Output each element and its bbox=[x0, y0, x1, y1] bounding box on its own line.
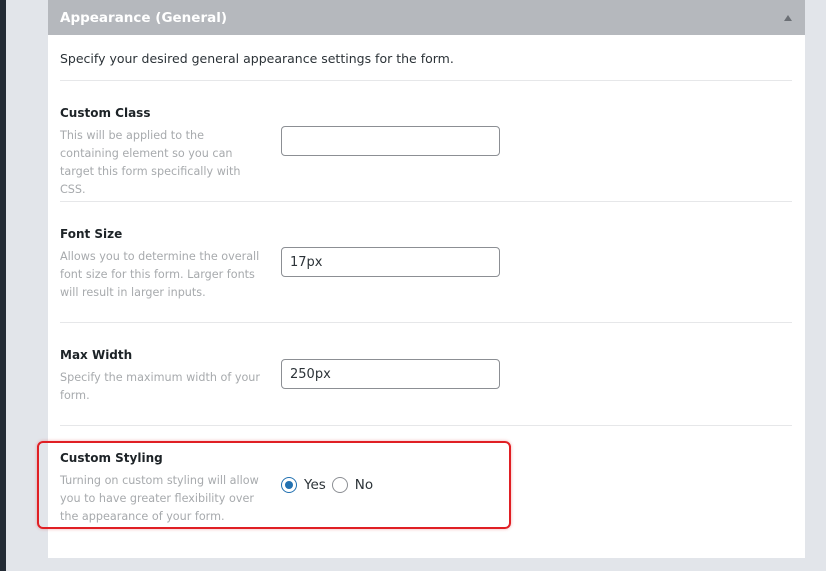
max-width-label: Max Width bbox=[60, 348, 133, 362]
panel-title: Appearance (General) bbox=[60, 9, 228, 26]
admin-sidebar-edge bbox=[0, 0, 6, 571]
max-width-input[interactable] bbox=[281, 359, 500, 389]
panel-description: Specify your desired general appearance … bbox=[60, 51, 454, 66]
custom-styling-help: Turning on custom styling will allow you… bbox=[60, 474, 259, 523]
custom-styling-yes-label[interactable]: Yes bbox=[304, 477, 326, 493]
custom-styling-yes-radio[interactable] bbox=[281, 477, 297, 493]
appearance-panel: Appearance (General) Specify your desire… bbox=[48, 0, 805, 558]
collapse-arrow-icon[interactable] bbox=[784, 14, 792, 21]
max-width-help: Specify the maximum width of your form. bbox=[60, 371, 260, 402]
custom-class-input[interactable] bbox=[281, 126, 500, 156]
custom-styling-no-radio[interactable] bbox=[331, 477, 348, 493]
custom-styling-label: Custom Styling bbox=[60, 451, 163, 465]
divider bbox=[60, 80, 792, 81]
radio-selected-dot bbox=[285, 481, 293, 489]
divider bbox=[60, 322, 792, 323]
custom-styling-radio-group: Yes No bbox=[281, 477, 373, 493]
font-size-help: Allows you to determine the overall font… bbox=[60, 250, 260, 299]
custom-styling-no-label[interactable]: No bbox=[355, 477, 373, 493]
divider bbox=[60, 201, 792, 202]
font-size-input[interactable] bbox=[281, 247, 500, 277]
custom-class-help: This will be applied to the containing e… bbox=[60, 129, 241, 196]
panel-header[interactable]: Appearance (General) bbox=[48, 0, 805, 35]
divider bbox=[60, 425, 792, 426]
custom-class-label: Custom Class bbox=[60, 106, 151, 120]
font-size-label: Font Size bbox=[60, 227, 123, 241]
